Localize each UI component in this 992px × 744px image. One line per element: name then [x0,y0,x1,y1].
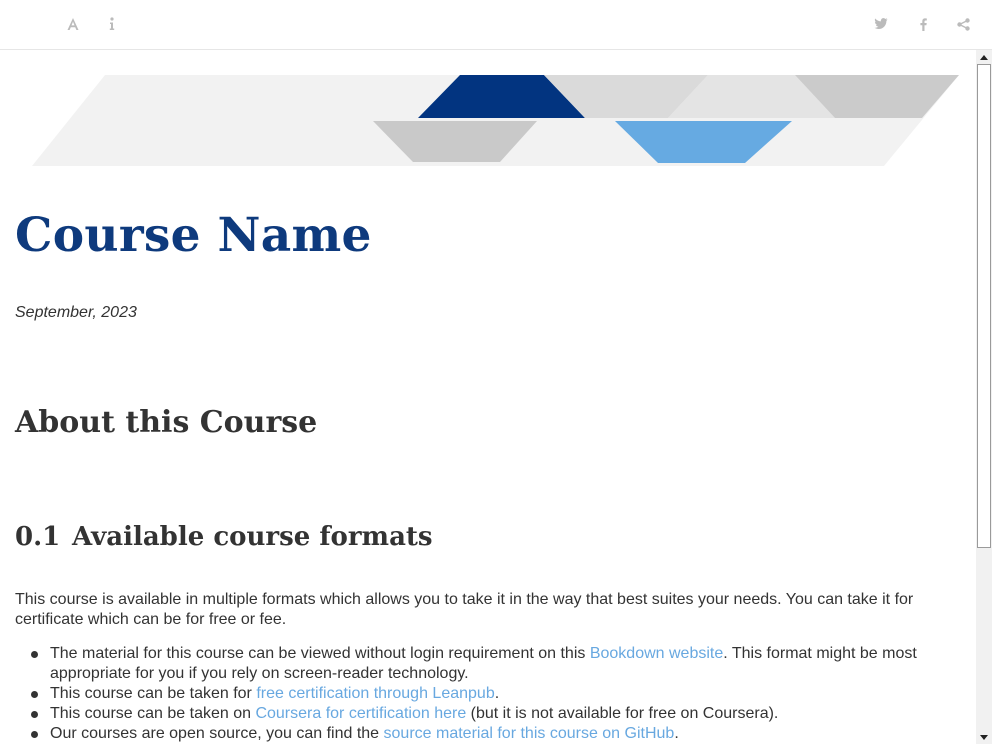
vertical-scrollbar[interactable] [976,50,992,744]
github-source-link[interactable]: source material for this course on GitHu… [384,725,675,742]
list-item-text: . [674,725,679,742]
list-item-text: This course can be taken on [50,705,256,722]
course-date: September, 2023 [15,304,137,321]
section-number: 0.1 [15,522,61,552]
intro-paragraph: This course is available in multiple for… [15,591,914,628]
about-heading: About this Course [15,405,318,440]
coursera-link[interactable]: Coursera for certification here [255,705,466,722]
share-icon[interactable] [954,13,972,35]
list-item: Our courses are open source, you can fin… [31,724,955,744]
top-toolbar [0,0,992,50]
course-banner-graphic [32,75,959,166]
scroll-up-icon[interactable] [976,50,992,64]
list-item-text: . [494,685,500,702]
scroll-down-icon[interactable] [976,730,992,744]
facebook-icon[interactable] [916,13,930,35]
list-item: This course can be taken for free certif… [31,684,955,704]
list-item-text: This course can be taken for [50,685,257,702]
book-body: Course Name September, 2023 About this C… [0,50,976,744]
section-heading: 0.1 Available course formats [15,522,433,552]
list-item: This course can be taken on Coursera for… [31,704,955,724]
list-item-text: The material for this course can be view… [50,645,590,662]
bookdown-website-link[interactable]: Bookdown website [590,645,723,662]
twitter-icon[interactable] [872,13,890,35]
format-list: The material for this course can be view… [15,644,955,744]
course-title: Course Name [15,208,372,263]
list-item: The material for this course can be view… [31,644,955,684]
font-settings-icon[interactable] [64,13,82,35]
list-item-text: (but it is not available for free on Cou… [466,705,779,722]
section-title: Available course formats [72,522,433,552]
leanpub-link[interactable]: free certification through Leanpub [256,685,494,702]
info-icon[interactable] [104,13,120,35]
scrollbar-thumb[interactable] [977,64,991,548]
list-item-text: Our courses are open source, you can fin… [50,725,384,742]
